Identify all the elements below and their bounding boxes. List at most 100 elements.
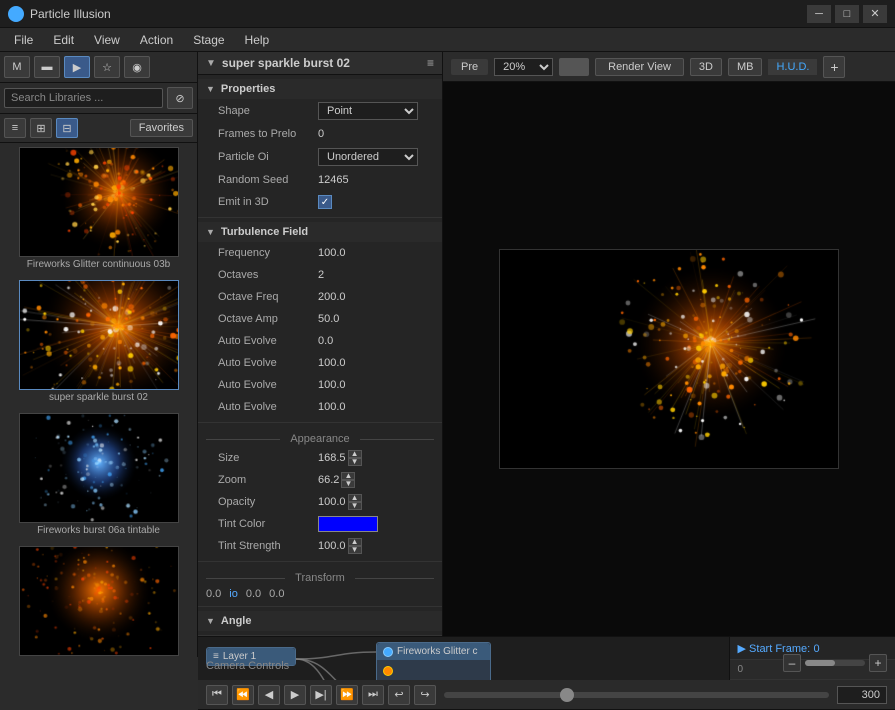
expand-button[interactable]: + <box>823 56 845 78</box>
menu-stage[interactable]: Stage <box>183 31 234 49</box>
list-item[interactable]: super sparkle burst 02 <box>19 280 179 405</box>
octave-freq-value: 200.0 <box>318 291 434 303</box>
thumbnail-image <box>19 413 179 523</box>
search-input[interactable] <box>4 88 163 108</box>
octaves-label: Octaves <box>218 269 318 281</box>
frames-prelo-row: Frames to Prelo 0 <box>198 123 442 145</box>
goto-end-button[interactable]: ⏭ <box>362 685 384 705</box>
collapse-arrow: ▼ <box>206 58 216 69</box>
menu-view[interactable]: View <box>84 31 130 49</box>
list-item[interactable]: Fireworks burst 06a tintable <box>19 413 179 538</box>
appearance-header: Appearance <box>198 427 442 447</box>
maximize-button[interactable]: □ <box>835 5 859 23</box>
minimize-button[interactable]: ─ <box>807 5 831 23</box>
position-thumb[interactable] <box>560 688 574 702</box>
play-button[interactable]: ▶ <box>64 56 90 78</box>
section-header-properties[interactable]: ▼ Properties <box>198 79 442 99</box>
section-header-turbulence[interactable]: ▼ Turbulence Field <box>198 222 442 242</box>
grid-view-button[interactable]: ⊟ <box>56 118 78 138</box>
list-item[interactable] <box>19 546 179 657</box>
step-back-button[interactable]: ◀ <box>258 685 280 705</box>
zoom-value: 66.2 <box>318 474 339 486</box>
divider-line <box>206 439 280 440</box>
panel-header: ▼ super sparkle burst 02 ≡ <box>198 52 442 75</box>
size-down[interactable]: ▼ <box>348 458 362 466</box>
list-item[interactable]: Fireworks Glitter continuous 03b <box>19 147 179 272</box>
zoom-down[interactable]: ▼ <box>341 480 355 488</box>
zoom-slider[interactable] <box>805 660 865 666</box>
render-view-button[interactable]: Render View <box>595 58 684 76</box>
fireworks-glitter-node[interactable]: Fireworks Glitter c <box>376 642 491 680</box>
opacity-input-group: 100.0 ▲ ▼ <box>318 494 362 510</box>
loop2-button[interactable]: ↪ <box>414 685 436 705</box>
tint-strength-down[interactable]: ▼ <box>348 546 362 554</box>
section-arrow: ▼ <box>206 616 215 626</box>
auto-evolve2-label: Auto Evolve <box>218 357 318 369</box>
thumbnail-label: Fireworks Glitter continuous 03b <box>19 257 179 272</box>
fast-forward-button[interactable]: ⏩ <box>336 685 358 705</box>
3d-mode-button[interactable]: 3D <box>690 58 722 76</box>
search-clear-button[interactable]: ⊘ <box>167 87 193 109</box>
random-seed-row: Random Seed 12465 <box>198 169 442 191</box>
pre-button[interactable]: Pre <box>451 59 488 75</box>
auto-evolve1-value: 0.0 <box>318 335 434 347</box>
close-button[interactable]: ✕ <box>863 5 887 23</box>
goto-start-button[interactable]: ⏮ <box>206 685 228 705</box>
appearance-label: Appearance <box>284 433 355 445</box>
thumbnail-image <box>19 546 179 656</box>
frame-counter[interactable] <box>837 686 887 704</box>
rewind-button[interactable]: ⏪ <box>232 685 254 705</box>
view-row: ≡ ⊞ ⊟ Favorites <box>0 114 197 143</box>
divider-line <box>360 439 434 440</box>
turbulence-section: ▼ Turbulence Field Frequency 100.0 Octav… <box>198 218 442 423</box>
loop-button[interactable]: ↩ <box>388 685 410 705</box>
particle-order-row: Particle Oi Unordered <box>198 145 442 169</box>
thumbnail-label: super sparkle burst 02 <box>19 390 179 405</box>
particle-order-select[interactable]: Unordered <box>318 148 418 166</box>
thumbnail-image <box>19 280 179 390</box>
monitor-button[interactable]: M <box>4 56 30 78</box>
film-button[interactable]: ▬ <box>34 56 60 78</box>
emit-3d-checkbox[interactable] <box>318 195 332 209</box>
particle-order-label: Particle Oi <box>218 151 318 163</box>
mb-button[interactable]: MB <box>728 58 763 76</box>
detail-view-button[interactable]: ⊞ <box>30 118 52 138</box>
hud-button[interactable]: H.U.D. <box>768 59 817 75</box>
frequency-row: Frequency 100.0 <box>198 242 442 264</box>
list-view-button[interactable]: ≡ <box>4 118 26 138</box>
zoom-select[interactable]: 20% 50% 100% <box>494 58 553 76</box>
position-slider[interactable] <box>444 692 829 698</box>
auto-evolve4-row: Auto Evolve 100.0 <box>198 396 442 418</box>
step-forward-button[interactable]: ▶| <box>310 685 332 705</box>
menu-file[interactable]: File <box>4 31 43 49</box>
favorites-button[interactable]: Favorites <box>130 119 193 137</box>
opacity-row: Opacity 100.0 ▲ ▼ <box>198 491 442 513</box>
transform-x: 0.0 <box>206 588 221 600</box>
fireworks-glitter-header: Fireworks Glitter c <box>377 643 490 660</box>
section-label: Angle <box>221 615 252 627</box>
panel-menu-icon[interactable]: ≡ <box>427 56 434 70</box>
zoom-spinners: ▲ ▼ <box>341 472 355 488</box>
octave-amp-value: 50.0 <box>318 313 434 325</box>
section-header-angle[interactable]: ▼ Angle <box>198 611 442 631</box>
zoom-input-group: 66.2 ▲ ▼ <box>318 472 355 488</box>
shape-select[interactable]: Point <box>318 102 418 120</box>
opacity-down[interactable]: ▼ <box>348 502 362 510</box>
tint-color-row: Tint Color <box>198 513 442 535</box>
camera-button[interactable]: ◉ <box>124 56 150 78</box>
star-button[interactable]: ☆ <box>94 56 120 78</box>
menu-action[interactable]: Action <box>130 31 183 49</box>
menu-edit[interactable]: Edit <box>43 31 84 49</box>
search-row: ⊘ <box>0 83 197 114</box>
menu-help[interactable]: Help <box>235 31 280 49</box>
octave-amp-label: Octave Amp <box>218 313 318 325</box>
transform-z: 0.0 <box>269 588 284 600</box>
tint-color-swatch[interactable] <box>318 516 378 532</box>
section-arrow: ▼ <box>206 84 215 94</box>
app-title: Particle Illusion <box>30 7 801 21</box>
transform-header: Transform <box>198 566 442 586</box>
menubar: File Edit View Action Stage Help <box>0 28 895 52</box>
tint-strength-value: 100.0 <box>318 540 346 552</box>
play-pause-button[interactable]: ▶ <box>284 685 306 705</box>
octave-freq-label: Octave Freq <box>218 291 318 303</box>
